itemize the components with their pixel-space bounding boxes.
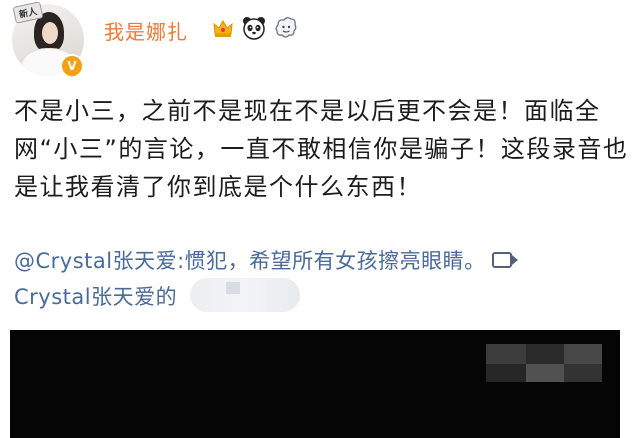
video-player[interactable] [10,330,620,438]
quote-author-link[interactable]: Crystal张天爱的 [14,285,177,309]
avatar-face [42,22,58,44]
mosaic-watermark [486,344,602,382]
post-text: 不是小三，之前不是现在不是以后更不会是！面临全网“小三”的言论，一直不敢相信你是… [14,97,629,201]
username[interactable]: 我是娜扎 [104,16,188,45]
video-link-icon[interactable] [491,252,518,268]
quote-text[interactable]: @Crystal张天爱:惯犯，希望所有女孩擦亮眼睛。 [14,249,486,273]
cloud-icon [275,17,297,38]
blurred-content [190,278,300,312]
verified-icon: V [60,54,84,78]
quote-line-1[interactable]: @Crystal张天爱:惯犯，希望所有女孩擦亮眼睛。 [14,243,634,279]
panda-icon [243,17,265,40]
quoted-repost[interactable]: @Crystal张天爱:惯犯，希望所有女孩擦亮眼睛。 Crystal张天爱的 [14,243,634,315]
post-header: 新人 V 我是娜扎 [0,0,640,86]
quote-line-2[interactable]: Crystal张天爱的 [14,279,634,315]
crown-icon [213,19,233,37]
blur-spot [226,282,240,294]
